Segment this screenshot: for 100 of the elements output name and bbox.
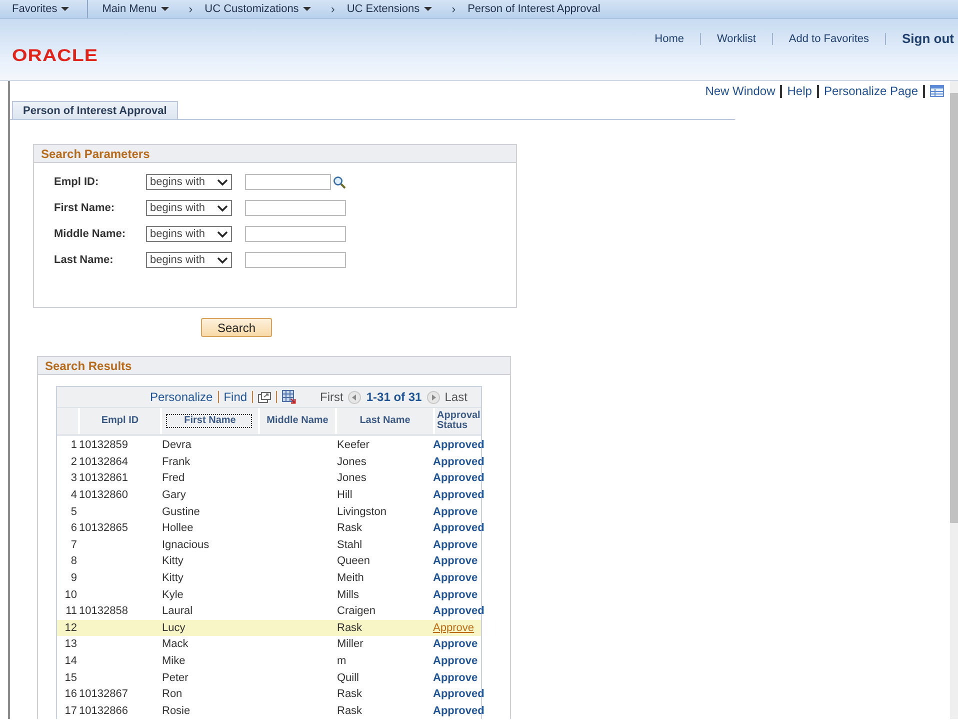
table-cell-text: Devra bbox=[161, 439, 192, 452]
table-row[interactable]: 10 Kyle Mills Approve bbox=[57, 586, 481, 603]
table-cell-text: Ignacious bbox=[161, 538, 210, 551]
page-link[interactable]: Personalize Page bbox=[824, 84, 918, 98]
row-number: 6 bbox=[70, 522, 78, 534]
status-link[interactable]: Approved bbox=[433, 688, 484, 700]
search-button[interactable]: Search bbox=[201, 318, 272, 337]
status-link[interactable]: Approve bbox=[433, 622, 474, 634]
input-field[interactable] bbox=[245, 174, 331, 190]
next-icon[interactable] bbox=[426, 390, 440, 404]
status-link[interactable]: Approve bbox=[433, 506, 478, 518]
page-tab[interactable]: Person of Interest Approval bbox=[12, 101, 178, 119]
status-link[interactable]: Approved bbox=[433, 439, 484, 452]
caret-icon[interactable] bbox=[302, 7, 311, 11]
row-number: 11 bbox=[64, 605, 78, 618]
new-window-icon[interactable] bbox=[258, 392, 272, 402]
table-cell-text: Keefer bbox=[336, 439, 370, 452]
table-row[interactable]: 12 Lucy Rask Approve bbox=[57, 620, 481, 636]
header-link[interactable]: Sign out bbox=[886, 31, 958, 46]
caret-icon[interactable] bbox=[61, 7, 70, 11]
header-link[interactable]: Home bbox=[638, 32, 700, 44]
table-cell-text: Rask bbox=[336, 622, 364, 634]
header-link[interactable]: Add to Favorites bbox=[772, 32, 885, 44]
caret-icon[interactable] bbox=[217, 256, 228, 264]
table-cell-text: 10132861 bbox=[78, 472, 129, 484]
table-row[interactable]: 15 Peter Quill Approve bbox=[57, 669, 481, 686]
table-cell-text: Kitty bbox=[161, 572, 184, 584]
breadcrumb-link[interactable]: UC Customizations bbox=[204, 3, 311, 15]
table-cell-text: Frank bbox=[161, 456, 192, 468]
last-label: Last bbox=[444, 390, 468, 404]
status-link[interactable]: Approved bbox=[433, 704, 484, 717]
status-link[interactable]: Approved bbox=[433, 522, 484, 534]
spreadsheet-icon[interactable] bbox=[282, 390, 296, 404]
status-link[interactable]: Approve bbox=[433, 538, 478, 551]
column-header[interactable]: Middle Name bbox=[258, 408, 335, 434]
caret-icon[interactable] bbox=[217, 178, 228, 186]
operator-dropdown[interactable]: begins with bbox=[146, 174, 232, 190]
operator-dropdown[interactable]: begins with bbox=[146, 226, 232, 242]
table-cell-text: Queen bbox=[336, 555, 372, 568]
table-cell-text: 10132860 bbox=[78, 489, 129, 502]
header-link[interactable]: Worklist bbox=[700, 32, 772, 44]
table-row[interactable]: 8 Kitty Queen Approve bbox=[57, 553, 481, 570]
status-link[interactable]: Approved bbox=[433, 456, 484, 468]
status-link[interactable]: Approved bbox=[433, 605, 484, 618]
scrollbar[interactable] bbox=[950, 81, 958, 719]
table-cell-text: Kitty bbox=[161, 555, 184, 568]
oracle-logo: ORACLE bbox=[12, 46, 98, 66]
first-label: First bbox=[320, 390, 344, 404]
row-number: 7 bbox=[70, 538, 78, 551]
status-link[interactable]: Approve bbox=[433, 672, 478, 684]
input-field[interactable] bbox=[245, 200, 346, 216]
table-row[interactable]: 14 Mike m Approve bbox=[57, 652, 481, 670]
column-header[interactable]: Last Name bbox=[335, 408, 433, 434]
column-header[interactable]: Approval Status bbox=[433, 408, 493, 434]
status-link[interactable]: Approve bbox=[433, 638, 478, 650]
column-header[interactable]: Empl ID bbox=[78, 408, 160, 434]
chevron-icon: › bbox=[188, 2, 193, 16]
table-row[interactable]: 5 Gustine Livingston Approve bbox=[57, 503, 481, 520]
breadcrumb-link[interactable]: Person of Interest Approval bbox=[468, 3, 600, 15]
column-header[interactable]: First Name bbox=[160, 408, 258, 434]
field-label: Last Name: bbox=[54, 254, 114, 266]
page-link[interactable]: New Window bbox=[705, 84, 776, 98]
page-link[interactable]: Help bbox=[787, 84, 812, 98]
caret-icon[interactable] bbox=[217, 204, 228, 212]
field-label: Empl ID: bbox=[54, 176, 100, 188]
previous-icon[interactable] bbox=[348, 390, 362, 404]
table-row[interactable]: 9 Kitty Meith Approve bbox=[57, 570, 481, 586]
search-icon[interactable] bbox=[333, 176, 346, 188]
status-link[interactable]: Approved bbox=[433, 472, 484, 484]
breadcrumb-link[interactable]: Main Menu bbox=[102, 3, 169, 15]
input-field[interactable] bbox=[245, 226, 346, 242]
table-cell-text: Gustine bbox=[161, 506, 201, 518]
caret-icon[interactable] bbox=[217, 230, 228, 238]
field-label: First Name: bbox=[54, 202, 116, 214]
status-link[interactable]: Approve bbox=[433, 655, 478, 668]
table-cell-text: 10132864 bbox=[78, 456, 129, 468]
breadcrumb-link[interactable]: UC Extensions bbox=[346, 3, 432, 15]
caret-icon[interactable] bbox=[160, 7, 169, 11]
input-field[interactable] bbox=[245, 252, 346, 268]
find-link[interactable]: Find bbox=[224, 390, 248, 404]
table-cell-text: 10132858 bbox=[78, 605, 129, 618]
personalize-link[interactable]: Personalize bbox=[150, 390, 213, 404]
operator-dropdown[interactable]: begins with bbox=[146, 252, 232, 268]
grid-icon[interactable] bbox=[930, 85, 944, 97]
status-link[interactable]: Approved bbox=[433, 489, 484, 502]
table-row[interactable]: 7 Ignacious Stahl Approve bbox=[57, 536, 481, 554]
row-number: 5 bbox=[70, 506, 78, 518]
table-cell-text: Ron bbox=[161, 688, 184, 700]
row-number: 17 bbox=[64, 704, 78, 717]
caret-icon[interactable] bbox=[424, 7, 432, 11]
breadcrumb-link[interactable]: Favorites bbox=[0, 0, 88, 18]
table-cell-text: 10132867 bbox=[78, 688, 129, 700]
row-number: 15 bbox=[64, 672, 78, 684]
status-link[interactable]: Approve bbox=[433, 555, 478, 568]
table-row[interactable]: 13 Mack Miller Approve bbox=[57, 636, 481, 653]
table-cell-text: Mack bbox=[161, 638, 190, 650]
status-link[interactable]: Approve bbox=[433, 572, 478, 584]
status-link[interactable]: Approve bbox=[433, 588, 478, 601]
operator-dropdown[interactable]: begins with bbox=[146, 200, 232, 216]
table-cell-text: Meith bbox=[336, 572, 365, 584]
